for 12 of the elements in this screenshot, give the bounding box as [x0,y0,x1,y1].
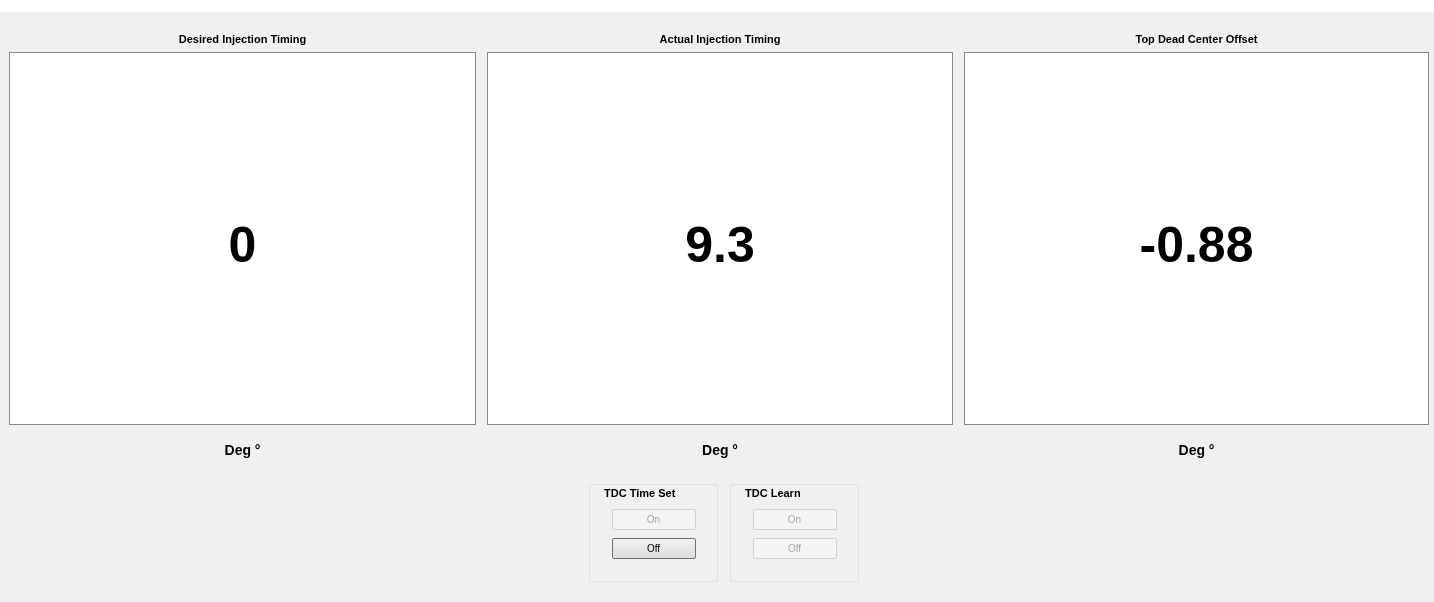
gauge-title: Desired Injection Timing [178,32,307,47]
group-title: TDC Time Set [604,487,676,499]
gauge-title: Actual Injection Timing [659,32,781,47]
toggle-button[interactable]: Off [611,538,696,559]
gauge-value: -0.88 [1139,215,1254,274]
gauge-value: 0 [228,215,257,274]
gauge-value: 9.3 [685,215,755,274]
unit-label: Deg ° [224,442,261,458]
unit-label: Deg ° [702,442,738,458]
unit-label: Deg ° [1178,442,1215,458]
gauge-title: Top Dead Center Offset [1135,32,1258,47]
group-title: TDC Learn [745,487,801,499]
